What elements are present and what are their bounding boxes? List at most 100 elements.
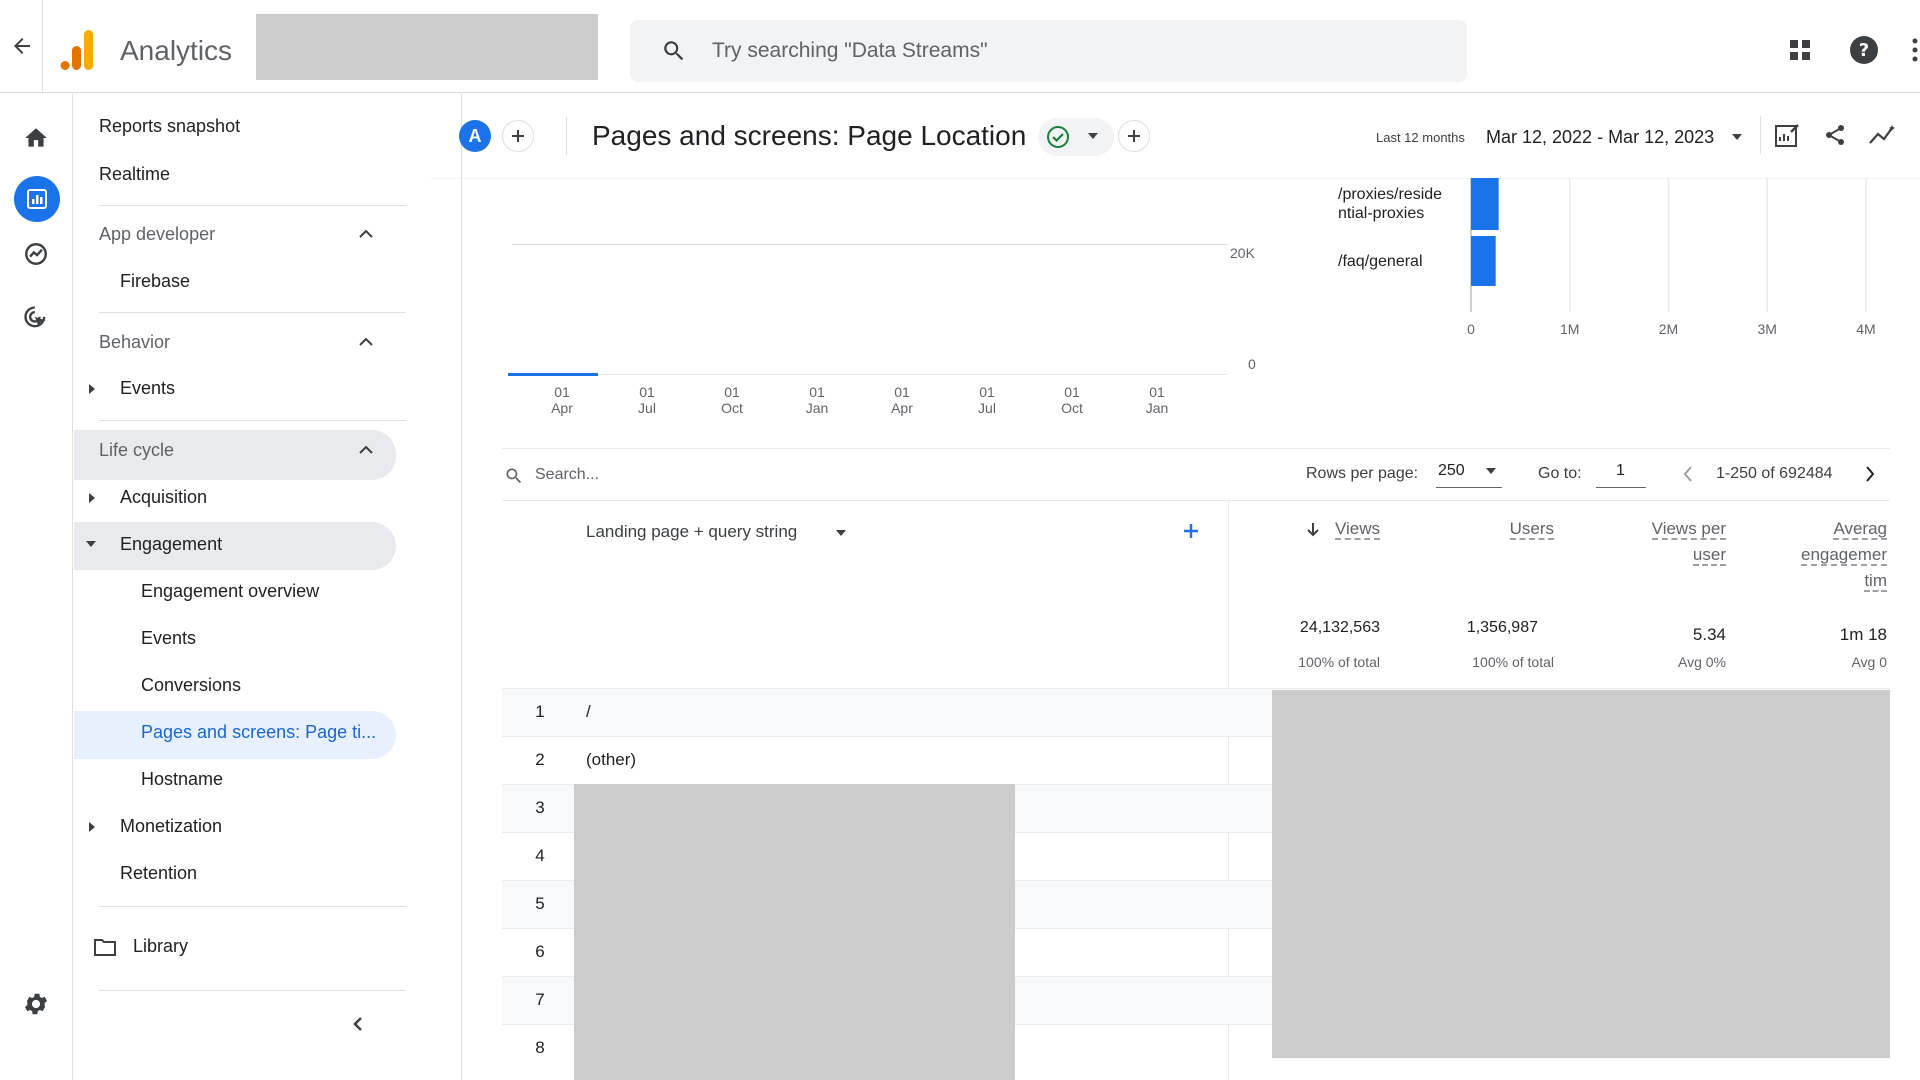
customize-report-icon[interactable]	[1772, 120, 1802, 150]
nav-engagement-overview[interactable]: Engagement overview	[141, 581, 319, 602]
analytics-logo-icon[interactable]	[60, 28, 96, 72]
add-comparison-button[interactable]	[502, 120, 534, 152]
goto-label: Go to:	[1538, 465, 1582, 482]
nav-section-life-cycle[interactable]: Life cycle	[99, 440, 174, 461]
table-search-input[interactable]: Search...	[535, 466, 599, 484]
report-status-chip[interactable]	[1038, 118, 1114, 156]
line-chart-x-tick: 01 Jan	[797, 384, 837, 416]
col-header-avg-engagement[interactable]: Averag engagemer tim	[1760, 516, 1887, 594]
reports-icon[interactable]	[14, 176, 60, 222]
row-page-path[interactable]: (other)	[586, 750, 636, 770]
date-range-label[interactable]: Last 12 months	[1376, 130, 1465, 145]
caret-down-icon[interactable]	[86, 541, 98, 549]
bar-chart: 0 1M 2M 3M 4M/proxies/reside ntial-proxies/fa…	[1338, 178, 1876, 337]
table-row[interactable]: 2 (other)	[502, 736, 1228, 784]
app-name: Analytics	[120, 35, 233, 66]
nav-library[interactable]: Library	[133, 936, 188, 957]
search-icon	[660, 37, 688, 65]
nav-reports-snapshot[interactable]: Reports snapshot	[99, 116, 240, 137]
insights-trend-icon[interactable]	[1866, 120, 1900, 150]
plus-icon	[1128, 130, 1140, 142]
redacted-metric-values	[1272, 690, 1890, 1058]
folder-icon[interactable]	[94, 938, 116, 956]
total-users-share: 100% of total	[1472, 654, 1554, 670]
nav-acquisition[interactable]: Acquisition	[120, 487, 207, 508]
col-header-users[interactable]: Users	[1454, 516, 1554, 542]
col-header-views[interactable]: Views	[1300, 516, 1380, 542]
apps-grid-icon[interactable]	[1786, 36, 1814, 64]
nav-realtime[interactable]: Realtime	[99, 164, 170, 185]
x-tick-day: 01	[809, 384, 825, 400]
row-number: 6	[535, 942, 545, 961]
settings-gear-icon[interactable]	[20, 988, 52, 1020]
add-dimension-plus-icon[interactable]	[1180, 520, 1202, 542]
table-row[interactable]: 1/	[502, 688, 1228, 736]
home-icon[interactable]	[20, 122, 52, 154]
nav-hostname[interactable]: Hostname	[141, 769, 223, 790]
goto-input[interactable]: 1	[1596, 460, 1646, 488]
advertising-icon[interactable]	[20, 302, 52, 334]
row-page-path[interactable]: /	[586, 702, 591, 722]
nav-divider	[99, 312, 406, 313]
line-chart-series	[508, 373, 598, 376]
previous-page-chevron-icon[interactable]	[1676, 462, 1700, 486]
nav-engagement-events[interactable]: Events	[141, 628, 196, 649]
nav-behavior-events[interactable]: Events	[120, 378, 175, 399]
dimension-header[interactable]: Landing page + query string	[586, 522, 797, 542]
caret-right-icon[interactable]	[88, 493, 98, 503]
nav-retention[interactable]: Retention	[120, 863, 197, 884]
row-number: 3	[535, 798, 545, 817]
report-title: Pages and screens: Page Location	[592, 120, 1027, 151]
date-dropdown-icon[interactable]	[1732, 134, 1744, 142]
share-icon[interactable]	[1820, 120, 1850, 150]
nav-monetization[interactable]: Monetization	[120, 816, 222, 837]
more-vert-icon[interactable]	[1912, 38, 1918, 62]
x-tick-month: Oct	[721, 400, 743, 416]
total-views-per-user-sub: Avg 0%	[1678, 654, 1726, 670]
reports-sidebar: Reports snapshot Realtime App developer …	[74, 94, 462, 1080]
help-icon[interactable]: ?	[1848, 34, 1880, 66]
rows-per-page-label: Rows per page:	[1306, 465, 1419, 482]
header-divider	[42, 0, 43, 93]
bar-chart-bar[interactable]	[1471, 236, 1496, 286]
nav-conversions[interactable]: Conversions	[141, 675, 241, 696]
total-users: 1,356,987	[1466, 619, 1538, 636]
col-header-views-per-user[interactable]: Views per user	[1600, 516, 1726, 568]
nav-section-app-developer[interactable]: App developer	[99, 224, 215, 245]
dropdown-arrow-icon	[1486, 468, 1496, 474]
explore-icon[interactable]	[20, 238, 52, 270]
dimension-dropdown-icon[interactable]	[836, 530, 846, 536]
nav-pages-and-screens[interactable]: Pages and screens: Page ti...	[141, 722, 376, 743]
row-number: 8	[535, 1038, 545, 1057]
caret-right-icon[interactable]	[88, 822, 98, 832]
rows-per-page-value: 250	[1438, 462, 1465, 479]
bar-chart-x-tick: 3M	[1758, 321, 1777, 337]
row-number: 1	[535, 702, 545, 721]
caret-right-icon[interactable]	[88, 384, 98, 394]
nav-divider	[99, 990, 406, 991]
bar-chart-x-tick: 4M	[1856, 321, 1875, 337]
bar-chart-x-tick: 0	[1467, 321, 1475, 337]
redacted-property-selector[interactable]	[256, 14, 598, 80]
rows-per-page-select[interactable]: 250	[1436, 460, 1502, 488]
comparison-avatar[interactable]: A	[459, 120, 491, 152]
row-number: 7	[535, 990, 545, 1009]
search-bar[interactable]: Try searching "Data Streams"	[630, 20, 1467, 82]
collapse-chevron-left-icon[interactable]	[346, 1012, 370, 1036]
x-tick-month: Oct	[1061, 400, 1083, 416]
nav-firebase[interactable]: Firebase	[120, 271, 190, 292]
col-header-line: tim	[1864, 571, 1887, 592]
add-filter-button[interactable]	[1118, 120, 1150, 152]
date-range-value[interactable]: Mar 12, 2022 - Mar 12, 2023	[1486, 127, 1714, 148]
bar-chart-x-tick: 1M	[1560, 321, 1579, 337]
chevron-up-icon[interactable]	[354, 222, 378, 246]
bar-chart-bar[interactable]	[1471, 178, 1499, 230]
back-arrow-icon[interactable]	[4, 28, 40, 64]
chevron-up-icon[interactable]	[354, 330, 378, 354]
toolbar-divider	[1760, 116, 1761, 154]
x-tick-day: 01	[1064, 384, 1080, 400]
next-page-chevron-icon[interactable]	[1858, 462, 1882, 486]
chevron-up-icon[interactable]	[354, 438, 378, 462]
nav-engagement[interactable]: Engagement	[120, 534, 222, 555]
nav-section-behavior[interactable]: Behavior	[99, 332, 170, 353]
